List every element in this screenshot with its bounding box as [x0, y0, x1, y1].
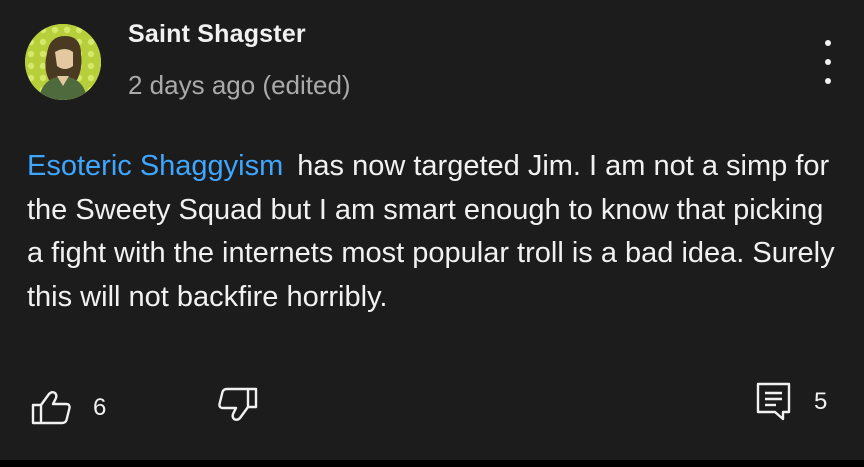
- divider: [0, 460, 864, 467]
- author-name[interactable]: Saint Shagster: [128, 20, 306, 49]
- more-vert-icon[interactable]: [816, 40, 840, 84]
- like-count: 6: [93, 394, 107, 421]
- thumb-up-icon: [31, 391, 71, 425]
- comment-timestamp: 2 days ago (edited): [128, 70, 351, 100]
- comment-text: Esoteric Shaggyism has now targeted Jim. …: [27, 145, 837, 319]
- user-mention-link[interactable]: Esoteric Shaggyism: [27, 150, 283, 182]
- like-button[interactable]: 6: [30, 390, 106, 426]
- dislike-button[interactable]: [218, 386, 258, 422]
- replies-button[interactable]: 5: [756, 382, 827, 422]
- reply-count: 5: [814, 388, 828, 415]
- more-dot: [825, 78, 831, 84]
- comment-card: Saint Shagster 2 days ago (edited) Esote…: [0, 0, 864, 460]
- thumb-down-icon: [218, 387, 258, 421]
- more-dot: [825, 59, 831, 65]
- comment-icon: [756, 382, 791, 421]
- more-dot: [825, 40, 831, 46]
- avatar-image: [25, 24, 101, 100]
- avatar[interactable]: [25, 24, 101, 100]
